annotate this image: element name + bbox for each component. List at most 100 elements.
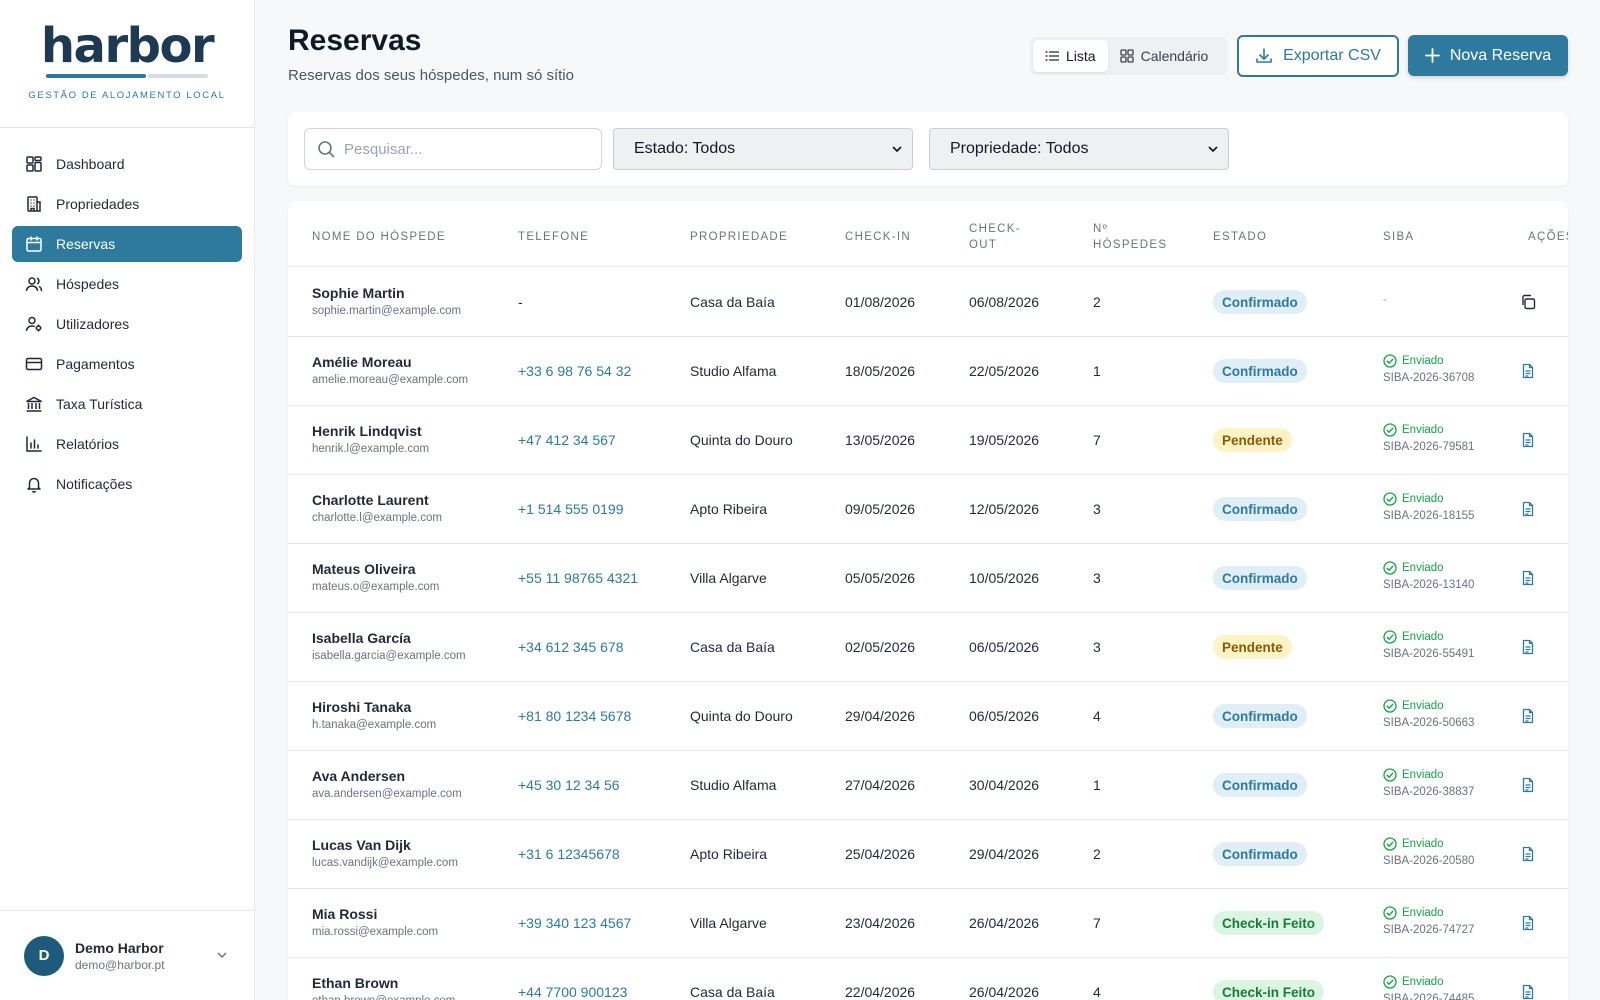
phone-cell[interactable]: +45 30 12 34 56 <box>518 777 620 793</box>
phone-cell[interactable]: +31 6 12345678 <box>518 846 620 862</box>
status-filter-select[interactable]: Estado: Todos <box>613 128 913 170</box>
table-row[interactable]: Sophie Martin sophie.martin@example.com - C… <box>288 268 1568 337</box>
document-icon[interactable] <box>1520 501 1536 517</box>
table-row[interactable]: Lucas Van Dijk lucas.vandijk@example.com +… <box>288 820 1568 889</box>
col-checkout[interactable]: CHECK- OUT <box>969 221 1021 253</box>
user-menu[interactable]: D Demo Harbor demo@harbor.pt <box>0 910 254 1000</box>
table-row[interactable]: Mia Rossi mia.rossi@example.com +39 340 12… <box>288 889 1568 958</box>
list-view-label: Lista <box>1066 48 1096 64</box>
sidebar-item-notifica-es[interactable]: Notificações <box>12 466 242 502</box>
property-cell: Villa Algarve <box>690 915 767 931</box>
sidebar-item-reservas[interactable]: Reservas <box>12 226 242 262</box>
guest-name[interactable]: Lucas Van Dijk <box>312 837 458 853</box>
property-cell: Studio Alfama <box>690 777 777 793</box>
guest-name[interactable]: Mateus Oliveira <box>312 561 439 577</box>
checkin-cell: 01/08/2026 <box>845 294 916 310</box>
col-guests-line2: HÓSPEDES <box>1093 239 1168 251</box>
search-input[interactable] <box>344 140 584 158</box>
guest-cell: Charlotte Laurent charlotte.l@example.com <box>312 492 442 524</box>
sidebar-item-label: Pagamentos <box>56 356 135 372</box>
siba-cell: Enviado SIBA-2026-79581 <box>1383 423 1474 453</box>
siba-id: SIBA-2026-50663 <box>1383 717 1475 729</box>
col-siba[interactable]: SIBA <box>1383 229 1414 245</box>
siba-cell: Enviado SIBA-2026-50663 <box>1383 699 1474 729</box>
new-reservation-label: Nova Reserva <box>1449 46 1552 64</box>
siba-status-label: Enviado <box>1402 493 1444 505</box>
grid-icon <box>1119 49 1134 63</box>
guest-name[interactable]: Charlotte Laurent <box>312 492 442 508</box>
document-icon[interactable] <box>1520 984 1536 1000</box>
sidebar-item-utilizadores[interactable]: Utilizadores <box>12 306 242 342</box>
table-row[interactable]: Charlotte Laurent charlotte.l@example.com… <box>288 475 1568 544</box>
document-icon[interactable] <box>1520 432 1536 448</box>
table-row[interactable]: Henrik Lindqvist henrik.l@example.com +47 … <box>288 406 1568 475</box>
user-cog-icon <box>25 315 43 333</box>
calendar-view-button[interactable]: Calendário <box>1108 40 1221 72</box>
col-phone[interactable]: TELEFONE <box>518 229 589 245</box>
guest-name[interactable]: Ava Andersen <box>312 768 462 784</box>
export-csv-button[interactable]: Exportar CSV <box>1237 35 1399 77</box>
siba-cell: Enviado SIBA-2026-20580 <box>1383 837 1474 867</box>
phone-cell[interactable]: +81 80 1234 5678 <box>518 708 631 724</box>
sidebar-item-taxa-tur-stica[interactable]: Taxa Turística <box>12 386 242 422</box>
document-icon[interactable] <box>1520 777 1536 793</box>
sidebar-item-relat-rios[interactable]: Relatórios <box>12 426 242 462</box>
siba-id: SIBA-2026-20580 <box>1383 855 1475 867</box>
phone-cell[interactable]: +55 11 98765 4321 <box>518 570 638 586</box>
document-icon[interactable] <box>1520 708 1536 724</box>
table-row[interactable]: Mateus Oliveira mateus.o@example.com +55 1… <box>288 544 1568 613</box>
guest-name[interactable]: Ethan Brown <box>312 975 455 991</box>
table-row[interactable]: Ethan Brown ethan.brown@example.com +44 77… <box>288 958 1568 1000</box>
sidebar-item-dashboard[interactable]: Dashboard <box>12 146 242 182</box>
siba-cell: Enviado SIBA-2026-38837 <box>1383 768 1474 798</box>
col-property[interactable]: PROPRIEDADE <box>690 229 788 245</box>
table-row[interactable]: Isabella García isabella.garcia@example.c… <box>288 613 1568 682</box>
table-row[interactable]: Hiroshi Tanaka h.tanaka@example.com +81 80… <box>288 682 1568 751</box>
guest-name[interactable]: Amélie Moreau <box>312 354 468 370</box>
guest-name[interactable]: Isabella García <box>312 630 466 646</box>
status-badge: Pendente <box>1213 428 1292 452</box>
filters-bar: Estado: Todos Propriedade: Todos <box>288 112 1568 186</box>
col-guest[interactable]: NOME DO HÓSPEDE <box>312 229 446 245</box>
col-checkin[interactable]: CHECK-IN <box>845 229 911 245</box>
checkout-cell: 06/05/2026 <box>969 639 1040 655</box>
chevron-down-icon[interactable] <box>216 949 228 961</box>
sidebar-item-propriedades[interactable]: Propriedades <box>12 186 242 222</box>
list-view-button[interactable]: Lista <box>1033 40 1108 72</box>
guest-name[interactable]: Sophie Martin <box>312 285 461 301</box>
siba-cell: Enviado SIBA-2026-36708 <box>1383 354 1474 384</box>
table-row[interactable]: Amélie Moreau amelie.moreau@example.com +3… <box>288 337 1568 406</box>
status-filter-value: Estado: Todos <box>634 140 736 157</box>
sidebar-item-h-spedes[interactable]: Hóspedes <box>12 266 242 302</box>
guest-name[interactable]: Hiroshi Tanaka <box>312 699 436 715</box>
document-icon[interactable] <box>1520 639 1536 655</box>
document-icon[interactable] <box>1520 846 1536 862</box>
phone-cell[interactable]: +47 412 34 567 <box>518 432 616 448</box>
new-reservation-button[interactable]: Nova Reserva <box>1408 35 1568 76</box>
phone-cell[interactable]: +44 7700 900123 <box>518 984 627 1000</box>
phone-cell[interactable]: +33 6 98 76 54 32 <box>518 363 631 379</box>
siba-cell: Enviado SIBA-2026-18155 <box>1383 492 1474 522</box>
guest-name[interactable]: Henrik Lindqvist <box>312 423 429 439</box>
search-box[interactable] <box>304 128 602 170</box>
table-row[interactable]: Ava Andersen ava.andersen@example.com +45 … <box>288 751 1568 820</box>
property-cell: Casa da Baía <box>690 984 775 1000</box>
copy-icon[interactable] <box>1520 294 1536 310</box>
sidebar-item-label: Relatórios <box>56 436 120 452</box>
document-icon[interactable] <box>1520 915 1536 931</box>
bell-icon <box>25 475 43 493</box>
phone-cell[interactable]: +34 612 345 678 <box>518 639 624 655</box>
check-circle-icon <box>1383 906 1397 920</box>
property-filter-select[interactable]: Propriedade: Todos <box>929 128 1229 170</box>
phone-cell[interactable]: +1 514 555 0199 <box>518 501 624 517</box>
document-icon[interactable] <box>1520 570 1536 586</box>
guests-count-cell: 4 <box>1093 708 1101 724</box>
sidebar-item-pagamentos[interactable]: Pagamentos <box>12 346 242 382</box>
brand-logo[interactable]: harbor GESTÃO DE ALOJAMENTO LOCAL <box>0 0 254 128</box>
col-status[interactable]: ESTADO <box>1213 229 1267 245</box>
sidebar-item-label: Notificações <box>56 476 133 492</box>
col-guests[interactable]: Nº HÓSPEDES <box>1093 221 1167 253</box>
guest-name[interactable]: Mia Rossi <box>312 906 438 922</box>
phone-cell[interactable]: +39 340 123 4567 <box>518 915 631 931</box>
document-icon[interactable] <box>1520 363 1536 379</box>
